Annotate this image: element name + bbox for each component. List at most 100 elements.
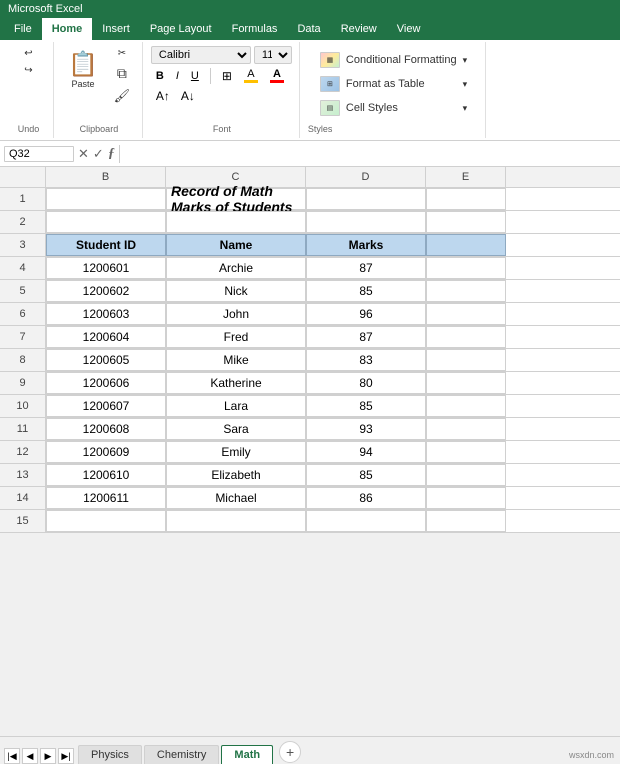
cell-d8[interactable]: 83: [306, 349, 426, 371]
row-number[interactable]: 10: [0, 395, 46, 417]
cell-c12[interactable]: Emily: [166, 441, 306, 463]
row-number[interactable]: 7: [0, 326, 46, 348]
cell-c3[interactable]: Name: [166, 234, 306, 256]
cell-d5[interactable]: 85: [306, 280, 426, 302]
col-header-e[interactable]: E: [426, 167, 506, 187]
row-number[interactable]: 4: [0, 257, 46, 279]
cell-d3[interactable]: Marks: [306, 234, 426, 256]
cell-d11[interactable]: 93: [306, 418, 426, 440]
row-number[interactable]: 11: [0, 418, 46, 440]
insert-function-icon[interactable]: ƒ: [108, 146, 115, 162]
tab-prev-button[interactable]: ◀: [22, 748, 38, 764]
format-as-table-button[interactable]: ⊞ Format as Table ▾: [316, 74, 471, 94]
cell-d10[interactable]: 85: [306, 395, 426, 417]
tab-next-button[interactable]: ▶: [40, 748, 56, 764]
cell-c2[interactable]: [166, 211, 306, 233]
row-number[interactable]: 8: [0, 349, 46, 371]
tab-page-layout[interactable]: Page Layout: [140, 18, 222, 40]
row-number[interactable]: 1: [0, 188, 46, 210]
format-as-table-chevron[interactable]: ▾: [463, 79, 468, 90]
cell-e10[interactable]: [426, 395, 506, 417]
fill-color-button[interactable]: A: [239, 66, 263, 85]
sheet-tab-physics[interactable]: Physics: [78, 745, 142, 764]
cell-b4[interactable]: 1200601: [46, 257, 166, 279]
cell-d15[interactable]: [306, 510, 426, 532]
tab-last-button[interactable]: ▶|: [58, 748, 74, 764]
cell-d2[interactable]: [306, 211, 426, 233]
cell-c15[interactable]: [166, 510, 306, 532]
cell-e12[interactable]: [426, 441, 506, 463]
cell-styles-chevron[interactable]: ▾: [463, 103, 468, 114]
cell-e6[interactable]: [426, 303, 506, 325]
tab-home[interactable]: Home: [42, 18, 93, 40]
row-number[interactable]: 14: [0, 487, 46, 509]
cell-d14[interactable]: 86: [306, 487, 426, 509]
cell-e7[interactable]: [426, 326, 506, 348]
col-header-d[interactable]: D: [306, 167, 426, 187]
cell-b11[interactable]: 1200608: [46, 418, 166, 440]
tab-view[interactable]: View: [387, 18, 431, 40]
cell-b6[interactable]: 1200603: [46, 303, 166, 325]
increase-font-button[interactable]: A↑: [151, 87, 175, 105]
cell-b7[interactable]: 1200604: [46, 326, 166, 348]
italic-button[interactable]: I: [171, 68, 184, 84]
row-number[interactable]: 5: [0, 280, 46, 302]
cell-b12[interactable]: 1200609: [46, 441, 166, 463]
cell-b1[interactable]: [46, 188, 166, 210]
tab-review[interactable]: Review: [331, 18, 387, 40]
cell-d7[interactable]: 87: [306, 326, 426, 348]
sheet-tab-math[interactable]: Math: [221, 745, 273, 764]
cell-e14[interactable]: [426, 487, 506, 509]
cell-d1[interactable]: [306, 188, 426, 210]
confirm-formula-icon[interactable]: ✓: [93, 146, 104, 162]
cell-b3[interactable]: Student ID: [46, 234, 166, 256]
cell-c4[interactable]: Archie: [166, 257, 306, 279]
row-number[interactable]: 12: [0, 441, 46, 463]
cell-e1[interactable]: [426, 188, 506, 210]
row-number[interactable]: 6: [0, 303, 46, 325]
cell-b2[interactable]: [46, 211, 166, 233]
cell-c1[interactable]: Record of Math Marks of Students: [166, 188, 306, 210]
cell-c13[interactable]: Elizabeth: [166, 464, 306, 486]
tab-insert[interactable]: Insert: [92, 18, 140, 40]
tab-formulas[interactable]: Formulas: [222, 18, 288, 40]
row-number[interactable]: 9: [0, 372, 46, 394]
row-number[interactable]: 3: [0, 234, 46, 256]
col-header-b[interactable]: B: [46, 167, 166, 187]
cell-b5[interactable]: 1200602: [46, 280, 166, 302]
cell-d9[interactable]: 80: [306, 372, 426, 394]
paste-button[interactable]: 📋 Paste: [62, 46, 104, 93]
cell-e2[interactable]: [426, 211, 506, 233]
cell-c10[interactable]: Lara: [166, 395, 306, 417]
cell-c8[interactable]: Mike: [166, 349, 306, 371]
tab-data[interactable]: Data: [287, 18, 330, 40]
font-name-select[interactable]: Calibri: [151, 46, 251, 64]
cell-e13[interactable]: [426, 464, 506, 486]
cell-e9[interactable]: [426, 372, 506, 394]
cell-d4[interactable]: 87: [306, 257, 426, 279]
border-button[interactable]: ⊞: [217, 66, 237, 85]
undo-button[interactable]: ↩: [15, 46, 43, 61]
underline-button[interactable]: U: [186, 68, 204, 84]
decrease-font-button[interactable]: A↓: [176, 87, 200, 105]
row-number[interactable]: 13: [0, 464, 46, 486]
cell-c5[interactable]: Nick: [166, 280, 306, 302]
cell-d12[interactable]: 94: [306, 441, 426, 463]
cell-b9[interactable]: 1200606: [46, 372, 166, 394]
cell-b8[interactable]: 1200605: [46, 349, 166, 371]
cell-b14[interactable]: 1200611: [46, 487, 166, 509]
cell-d13[interactable]: 85: [306, 464, 426, 486]
conditional-formatting-button[interactable]: ▦ Conditional Formatting ▾: [316, 50, 471, 70]
cell-b15[interactable]: [46, 510, 166, 532]
sheet-tab-chemistry[interactable]: Chemistry: [144, 745, 220, 764]
cell-e11[interactable]: [426, 418, 506, 440]
cell-c7[interactable]: Fred: [166, 326, 306, 348]
add-sheet-button[interactable]: +: [279, 741, 301, 763]
cell-c9[interactable]: Katherine: [166, 372, 306, 394]
row-number[interactable]: 2: [0, 211, 46, 233]
cancel-formula-icon[interactable]: ✕: [78, 146, 89, 162]
cell-e5[interactable]: [426, 280, 506, 302]
cell-e3[interactable]: [426, 234, 506, 256]
cell-b13[interactable]: 1200610: [46, 464, 166, 486]
cell-c11[interactable]: Sara: [166, 418, 306, 440]
